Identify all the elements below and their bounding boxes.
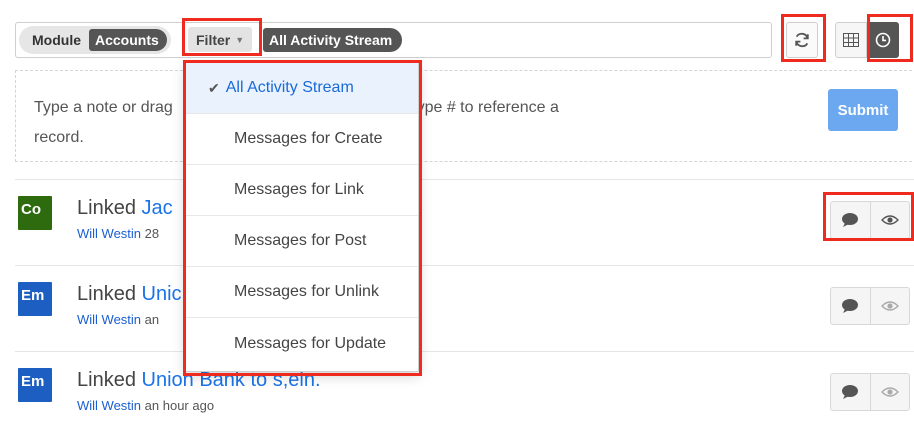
activity-row: Em Linked Unic Will Westin an xyxy=(15,265,914,351)
preview-button[interactable] xyxy=(869,374,909,410)
activity-prefix: Linked xyxy=(77,369,136,391)
menu-item-messages-for-link[interactable]: Messages for Link xyxy=(186,165,418,216)
eye-icon xyxy=(880,215,899,225)
preview-button[interactable] xyxy=(869,202,909,238)
module-label: Module xyxy=(32,32,81,48)
comment-button[interactable] xyxy=(831,288,870,324)
activity-meta: Will Westin an hour ago xyxy=(77,398,214,413)
record-link[interactable]: Unic xyxy=(142,283,182,305)
record-link-tail[interactable]: to s,eln. xyxy=(245,369,320,391)
avatar[interactable]: Co xyxy=(18,196,52,230)
caret-down-icon: ▼ xyxy=(235,34,245,45)
comment-icon xyxy=(842,385,859,399)
author-link[interactable]: Will Westin xyxy=(77,398,141,413)
activity-row: Em Linked Union Bank to s,eln. Will West… xyxy=(15,351,914,425)
activity-time: an xyxy=(144,312,160,327)
clock-icon xyxy=(875,32,891,48)
menu-item-label: All Activity Stream xyxy=(225,79,354,96)
activity-time: an hour ago xyxy=(144,398,215,413)
menu-item-label: Messages for Unlink xyxy=(234,283,379,300)
module-filter-group: Module Accounts xyxy=(19,26,171,54)
timeline-view-button[interactable] xyxy=(867,22,899,58)
refresh-icon xyxy=(795,32,809,48)
list-view-button[interactable] xyxy=(835,22,867,58)
activity-title: Linked Unic xyxy=(77,283,182,306)
filter-button[interactable]: Filter ▼ xyxy=(184,22,259,53)
menu-item-label: Messages for Create xyxy=(234,130,383,147)
menu-item-label: Messages for Update xyxy=(234,334,387,352)
row-actions xyxy=(830,287,910,325)
eye-icon xyxy=(880,387,899,397)
activity-title: Linked Union Bank to s,eln. xyxy=(77,369,321,392)
active-filter-pill[interactable]: All Activity Stream xyxy=(263,28,403,52)
comment-button[interactable] xyxy=(831,202,870,238)
comment-button[interactable] xyxy=(831,374,870,410)
activity-meta: Will Westin 28 xyxy=(77,226,159,241)
compose-placeholder[interactable]: Type a note or drag @ to mention a user.… xyxy=(34,93,814,153)
activity-time: 28 xyxy=(144,226,160,241)
activity-prefix: Linked xyxy=(77,283,136,305)
menu-item-messages-for-create[interactable]: Messages for Create xyxy=(186,114,418,165)
submit-button[interactable]: Submit xyxy=(828,89,898,131)
preview-button[interactable] xyxy=(869,288,909,324)
refresh-button[interactable] xyxy=(786,22,818,58)
author-link[interactable]: Will Westin xyxy=(77,226,141,241)
record-link[interactable]: Jac xyxy=(142,197,173,219)
menu-item-messages-for-unlink[interactable]: Messages for Unlink xyxy=(186,267,418,318)
menu-item-messages-for-post[interactable]: Messages for Post xyxy=(186,216,418,267)
compose-placeholder-start: Type a note or drag xyxy=(34,99,173,116)
avatar[interactable]: Em xyxy=(18,282,52,316)
filter-button-inner[interactable]: Filter ▼ xyxy=(188,27,253,52)
author-link[interactable]: Will Westin xyxy=(77,312,141,327)
menu-item-all-activity-stream[interactable]: ✔ All Activity Stream xyxy=(186,63,418,114)
list-view-icon xyxy=(843,33,859,47)
menu-item-messages-for-update[interactable]: Messages for Update xyxy=(186,318,418,369)
record-link[interactable]: Union Bank xyxy=(142,369,245,391)
activity-row: Co Linked Jacank. Will Westin 28 xyxy=(15,179,914,265)
checkmark-icon: ✔ xyxy=(208,79,220,96)
filter-dropdown-menu: ✔ All Activity Stream Messages for Creat… xyxy=(185,62,419,372)
row-actions xyxy=(830,373,910,411)
activity-prefix: Linked xyxy=(77,197,136,219)
module-value[interactable]: Accounts xyxy=(89,29,167,51)
row-actions xyxy=(830,201,910,239)
module-pill[interactable]: Module Accounts xyxy=(19,26,171,54)
eye-icon xyxy=(880,301,899,311)
avatar[interactable]: Em xyxy=(18,368,52,402)
menu-item-label: Messages for Link xyxy=(234,181,364,198)
compose-area[interactable]: Type a note or drag @ to mention a user.… xyxy=(15,70,912,162)
comment-icon xyxy=(842,299,859,313)
comment-icon xyxy=(842,213,859,227)
menu-item-label: Messages for Post xyxy=(234,232,367,249)
filter-label: Filter xyxy=(196,31,231,48)
activity-meta: Will Westin an xyxy=(77,312,159,327)
compose-placeholder-line2: record. xyxy=(34,129,84,146)
